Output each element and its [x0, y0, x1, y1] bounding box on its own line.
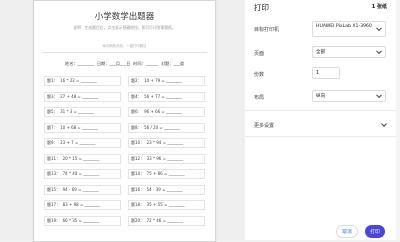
printer-select[interactable]: HUAWEI PixLab X1-3960: [312, 21, 386, 37]
problem-cell: 题12： 33 * 96 = ________: [128, 153, 205, 164]
problem-cell: 题17： 83 + 98 = ________: [44, 200, 121, 210]
problem-cell: 题8： 56 / 20 = ________: [128, 122, 205, 133]
copies-input[interactable]: 1: [312, 67, 340, 79]
problem-cell: 题1： 16 * 22 = ________: [44, 76, 121, 86]
problem-cell: 题9： 23 + 7 = ________: [44, 138, 121, 148]
layout-select[interactable]: 纵向: [312, 90, 386, 102]
worksheet-title: 小学数学出题器: [94, 12, 155, 22]
problem-cell: 题5： 31 * 3 = ________: [44, 107, 121, 117]
problem-cell: 题18： 35 + 55 = ________: [128, 200, 205, 210]
problem-cell: 题7： 10 + 68 = ________: [44, 122, 121, 133]
problem-cell: 题10： 23 * 94 = ________: [128, 138, 205, 148]
problem-cell: 题13： 74 * 40 = ________: [44, 169, 121, 179]
pages-select[interactable]: 全部: [312, 46, 386, 58]
scrollbar[interactable]: [396, 0, 400, 240]
problem-cell: 题4： 56 + 77 = ________: [128, 91, 205, 102]
problem-cell: 题20： 72 * 46 = ________: [128, 215, 205, 226]
chevron-down-icon: [376, 92, 382, 99]
chevron-down-icon: [376, 25, 382, 32]
worksheet-divider: [42, 52, 207, 53]
print-button[interactable]: 打印: [365, 225, 385, 238]
problem-cell: 题3： 27 + 48 = ________: [44, 91, 121, 102]
pages-value: 全部: [316, 50, 326, 55]
layout-label: 布局: [254, 95, 265, 101]
printer-label: 目标打印机: [254, 27, 280, 33]
worksheet-note: 每次刷新页面，一键打印题目: [102, 44, 147, 48]
printer-value: HUAWEI PixLab X1-3960: [316, 24, 372, 29]
cancel-button[interactable]: 取消: [336, 225, 358, 238]
preview-page: 小学数学出题器 说明：生成题目后，点击显示隐藏按钮，即可打印答案题纸。 每次刷新…: [33, 0, 216, 242]
copies-label: 份数: [254, 72, 265, 78]
problem-cell: 题16： 54 - 39 = ________: [128, 184, 205, 195]
panel-divider: [245, 136, 400, 137]
layout-value: 纵向: [316, 94, 326, 99]
worksheet-subtitle: 说明：生成题目后，点击显示隐藏按钮，即可打印答案题纸。: [73, 25, 176, 30]
problem-cell: 题15： 94 - 69 = ________: [44, 184, 121, 195]
print-preview-area: 小学数学出题器 说明：生成题目后，点击显示隐藏按钮，即可打印答案题纸。 每次刷新…: [0, 0, 245, 242]
more-settings-toggle[interactable]: 更多设置: [254, 122, 274, 129]
chevron-down-icon[interactable]: [381, 121, 387, 127]
problem-cell: 题2： 10 + 79 = ________: [128, 76, 205, 86]
problem-cell: 题11： 20 * 15 = ________: [44, 153, 121, 164]
worksheet-info-line: 姓名：________ 日期：___月___日 时间：______ 对题：___…: [65, 61, 184, 66]
panel-divider: [245, 110, 400, 111]
pages-label: 页面: [254, 51, 265, 57]
panel-title: 打印: [254, 3, 269, 12]
problem-cell: 题6： 96 + 66 = ________: [128, 107, 205, 117]
sheet-count: 1 张纸: [371, 4, 387, 10]
print-settings-panel: 打印 1 张纸 目标打印机 HUAWEI PixLab X1-3960 页面 全…: [245, 0, 400, 240]
problem-cell: 题19： 66 * 35 = ________: [44, 215, 121, 226]
chevron-down-icon: [376, 48, 382, 55]
problem-cell: 题14： 75 + 86 = ________: [128, 169, 205, 179]
